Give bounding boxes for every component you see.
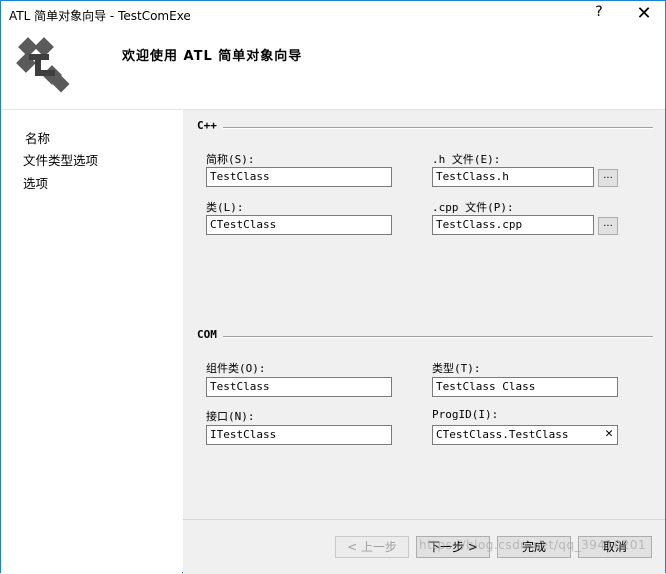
wizard-content: C++ 简称(S): TestClass .h 文件(E): TestClass… — [183, 109, 665, 520]
help-button[interactable]: ? — [590, 4, 608, 24]
wizard-nav: 名称 文件类型选项 选项 — [1, 109, 182, 574]
class-field[interactable]: CTestClass — [206, 215, 392, 235]
interface-label: 接口(N): — [206, 410, 255, 423]
cpp-group-divider — [223, 127, 653, 129]
title-bar: ATL 简单对象向导 - TestComExe ? ✕ — [1, 1, 665, 29]
progid-value: CTestClass.TestClass — [436, 428, 569, 441]
interface-field[interactable]: ITestClass — [206, 425, 392, 445]
class-label: 类(L): — [206, 201, 244, 214]
com-group-divider — [223, 336, 653, 338]
h-file-browse-button[interactable]: ... — [598, 169, 618, 187]
clear-icon[interactable]: ✕ — [605, 427, 613, 441]
type-label: 类型(T): — [432, 362, 481, 375]
coclass-field[interactable]: TestClass — [206, 377, 392, 397]
atl-wizard-logo-icon — [16, 37, 70, 93]
nav-item-file-type-options[interactable]: 文件类型选项 — [23, 150, 98, 169]
wizard-header: 欢迎使用 ATL 简单对象向导 — [1, 29, 665, 109]
coclass-label: 组件类(O): — [206, 362, 266, 375]
cpp-file-browse-button[interactable]: ... — [598, 217, 618, 235]
h-file-label: .h 文件(E): — [432, 153, 501, 166]
com-group-title: COM — [197, 328, 217, 341]
watermark-text: https://blog.csdn.net/qq_39410201 — [419, 538, 647, 552]
progid-label: ProgID(I): — [432, 408, 499, 421]
cpp-file-label: .cpp 文件(P): — [432, 201, 514, 214]
cpp-file-field[interactable]: TestClass.cpp — [432, 215, 594, 235]
wizard-window: ATL 简单对象向导 - TestComExe ? ✕ 欢迎使用 ATL 简单对… — [0, 0, 666, 574]
short-name-field[interactable]: TestClass — [206, 167, 392, 187]
back-button[interactable]: < 上一步 — [335, 536, 409, 558]
close-button[interactable]: ✕ — [633, 3, 655, 25]
window-title: ATL 简单对象向导 - TestComExe — [9, 9, 191, 23]
welcome-heading: 欢迎使用 ATL 简单对象向导 — [122, 49, 303, 64]
progid-field[interactable]: CTestClass.TestClass ✕ — [432, 425, 618, 445]
type-field[interactable]: TestClass Class — [432, 377, 618, 397]
cpp-group-title: C++ — [197, 119, 217, 132]
nav-item-name[interactable]: 名称 — [25, 128, 50, 147]
short-name-label: 简称(S): — [206, 153, 255, 166]
h-file-field[interactable]: TestClass.h — [432, 167, 594, 187]
nav-item-options[interactable]: 选项 — [23, 173, 48, 192]
